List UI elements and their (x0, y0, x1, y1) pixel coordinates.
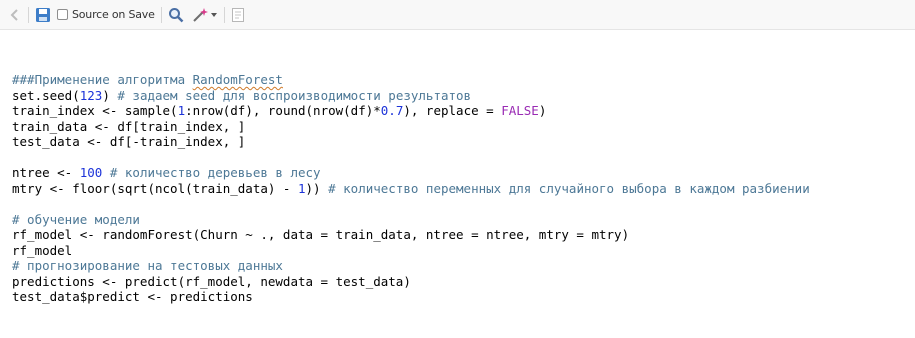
save-icon[interactable] (35, 5, 51, 25)
code-line[interactable] (12, 196, 810, 212)
code-line[interactable]: ntree <- 100 # количество деревьев в лес… (12, 165, 810, 181)
code-line[interactable]: train_index <- sample(1:nrow(df), round(… (12, 103, 810, 119)
code-line[interactable]: mtry <- floor(sqrt(ncol(train_data) - 1)… (12, 181, 810, 197)
code-content[interactable]: ###Применение алгоритма RandomForest set.… (12, 72, 810, 305)
code-line[interactable]: train_data <- df[train_index, ] (12, 119, 810, 135)
code-line[interactable]: ###Применение алгоритма RandomForest (12, 72, 810, 88)
code-token: # количество переменных для случайного в… (328, 180, 810, 196)
code-token: ###Применение алгоритма (12, 72, 193, 87)
code-line[interactable]: # обучение модели (12, 212, 810, 228)
code-token: ) (538, 103, 547, 118)
code-token: # количество деревьев в лесу (109, 165, 321, 180)
code-token: rf_model <- randomForest(Churn ~ ., data… (12, 227, 630, 242)
navigate-back-icon[interactable] (8, 5, 22, 25)
code-line[interactable]: set.seed(123) # задаем seed для воспроиз… (12, 88, 810, 104)
code-editor[interactable]: ###Применение алгоритма RandomForest set.… (0, 30, 915, 338)
toolbar-divider (28, 6, 29, 23)
code-token: set.seed( (12, 87, 80, 103)
code-token: # обучение модели (12, 211, 140, 227)
code-token: train_data <- df[train_index, ] (12, 118, 246, 134)
toolbar-divider (223, 6, 225, 23)
code-token: RandomForest (192, 72, 283, 87)
code-token: test_data <- df[-train_index, ] (12, 134, 246, 149)
code-token: mtry <- floor(sqrt(ncol(train_data) - (12, 180, 298, 196)
source-on-save-label[interactable]: Source on Save (72, 8, 155, 21)
code-token: # прогнозирование на тестовых данных (12, 258, 283, 273)
code-token: )) (305, 180, 329, 196)
code-token: train_index <- sample( (12, 103, 178, 118)
code-token: predictions <- predict(rf_model, newdata… (12, 273, 411, 289)
code-tools-icon[interactable] (192, 5, 210, 25)
toolbar-divider (160, 6, 162, 23)
source-on-save-checkbox[interactable] (57, 9, 68, 20)
code-token: FALSE (501, 103, 539, 118)
code-token: 0.7 (380, 103, 404, 118)
code-token: rf_model (12, 242, 73, 258)
code-token: 100 (79, 165, 103, 180)
code-line[interactable]: # прогнозирование на тестовых данных (12, 258, 810, 274)
code-token: 1 (297, 180, 306, 196)
dropdown-arrow-icon[interactable] (210, 5, 218, 25)
code-line[interactable] (12, 150, 810, 166)
code-token: ), replace = (403, 103, 502, 118)
search-icon[interactable] (168, 5, 184, 25)
code-line[interactable]: test_data$predict <- predictions (12, 289, 810, 305)
code-token: 123 (79, 87, 103, 103)
code-token: # задаем seed для воспроизводимости резу… (117, 87, 472, 103)
code-token: ntree <- (12, 165, 80, 180)
code-token: test_data$predict <- predictions (12, 289, 253, 304)
code-token: 1 (177, 103, 186, 118)
code-line[interactable]: predictions <- predict(rf_model, newdata… (12, 274, 810, 290)
document-outline-icon[interactable] (231, 5, 245, 25)
code-line[interactable]: rf_model (12, 243, 810, 259)
editor-toolbar: Source on Save (0, 0, 915, 30)
code-line[interactable]: test_data <- df[-train_index, ] (12, 134, 810, 150)
code-line[interactable]: rf_model <- randomForest(Churn ~ ., data… (12, 227, 810, 243)
code-token: ) (102, 87, 118, 103)
code-token: :nrow(df), round(nrow(df)* (185, 103, 381, 118)
